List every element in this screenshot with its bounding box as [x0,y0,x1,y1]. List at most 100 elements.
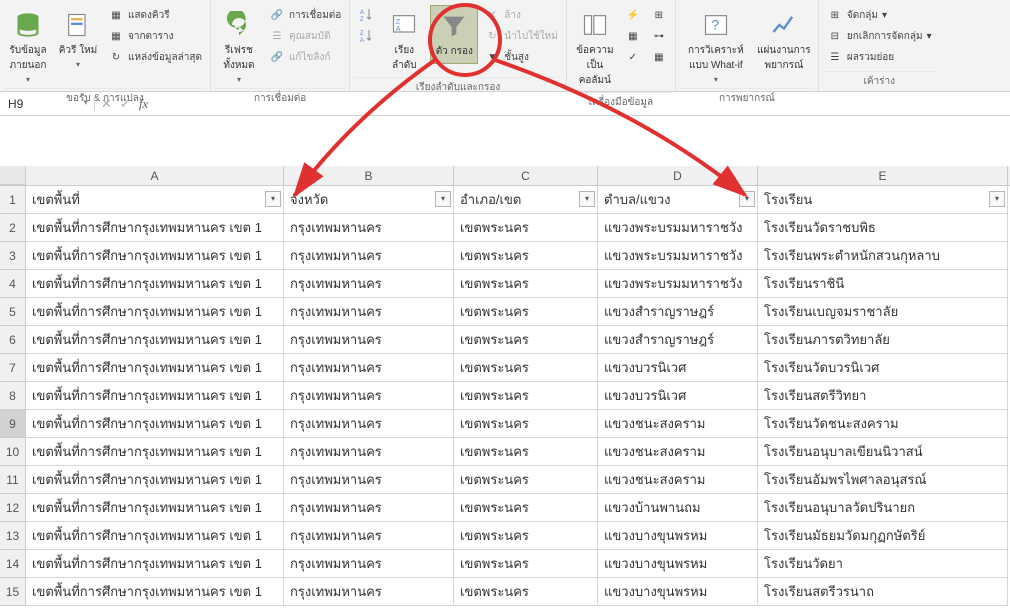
cell[interactable]: แขวงบางขุนพรหม [598,578,758,606]
filter-dropdown-icon[interactable]: ▾ [739,191,755,207]
row-header[interactable]: 8 [0,382,26,410]
cell[interactable]: เขตพระนคร [454,354,598,382]
row-header[interactable]: 7 [0,354,26,382]
cell[interactable]: โรงเรียนวัดยา [758,550,1008,578]
row-header[interactable]: 3 [0,242,26,270]
fx-icon[interactable]: fx [139,96,148,112]
ungroup-button[interactable]: ⊟ยกเลิกการจัดกลุ่ม ▾ [823,26,936,46]
cell[interactable]: เขตพระนคร [454,214,598,242]
cell[interactable]: เขตพื้นที่การศึกษากรุงเทพมหานคร เขต 1 [26,214,284,242]
new-query-button[interactable]: คิวรี ใหม่ ▾ [54,5,102,73]
header-cell-d[interactable]: ตำบล/แขวง▾ [598,186,758,214]
text-to-columns-button[interactable]: ข้อความ เป็นคอลัมน์ [571,5,619,92]
cell[interactable]: แขวงบวรนิเวศ [598,354,758,382]
advanced-filter-button[interactable]: ▼ชั้นสูง [480,47,562,67]
cell[interactable]: เขตพระนคร [454,270,598,298]
col-header-a[interactable]: A [26,166,284,185]
cell[interactable]: เขตพื้นที่การศึกษากรุงเทพมหานคร เขต 1 [26,382,284,410]
forecast-sheet-button[interactable]: แผ่นงานการ พยากรณ์ [754,5,814,77]
sort-button[interactable]: ZA เรียง ลำดับ [380,5,428,77]
col-header-c[interactable]: C [454,166,598,185]
cell[interactable]: กรุงเทพมหานคร [284,270,454,298]
group-button[interactable]: ⊞จัดกลุ่ม ▾ [823,5,936,25]
cell[interactable]: แขวงสำราญราษฎร์ [598,298,758,326]
cell[interactable]: โรงเรียนวัดราชบพิธ [758,214,1008,242]
cell[interactable]: โรงเรียนอัมพรไพศาลอนุสรณ์ [758,466,1008,494]
cell[interactable]: กรุงเทพมหานคร [284,578,454,606]
filter-button[interactable]: ตัว กรอง [430,5,478,64]
cell[interactable]: กรุงเทพมหานคร [284,326,454,354]
connections-button[interactable]: 🔗การเชื่อมต่อ [265,5,345,25]
clear-filter-button[interactable]: ✕ล้าง [480,5,562,25]
subtotal-button[interactable]: ☰ผลรวมย่อย [823,47,936,67]
header-cell-c[interactable]: อำเภอ/เขต▾ [454,186,598,214]
get-external-data-button[interactable]: รับข้อมูล ภายนอก ▾ [4,5,52,88]
cell[interactable]: เขตพื้นที่การศึกษากรุงเทพมหานคร เขต 1 [26,522,284,550]
from-table-button[interactable]: ▦จากตาราง [104,26,206,46]
show-queries-button[interactable]: ▦แสดงคิวรี [104,5,206,25]
properties-button[interactable]: ☰คุณสมบัติ [265,26,345,46]
cell[interactable]: กรุงเทพมหานคร [284,242,454,270]
row-header[interactable]: 15 [0,578,26,606]
cell[interactable]: เขตพระนคร [454,242,598,270]
cell[interactable]: เขตพื้นที่การศึกษากรุงเทพมหานคร เขต 1 [26,242,284,270]
cell[interactable]: แขวงบางขุนพรหม [598,550,758,578]
cell[interactable]: กรุงเทพมหานคร [284,298,454,326]
cell[interactable]: เขตพื้นที่การศึกษากรุงเทพมหานคร เขต 1 [26,578,284,606]
cell[interactable]: แขวงชนะสงคราม [598,466,758,494]
row-header[interactable]: 5 [0,298,26,326]
cell[interactable]: เขตพระนคร [454,298,598,326]
row-header[interactable]: 11 [0,466,26,494]
cell[interactable]: แขวงชนะสงคราม [598,410,758,438]
cell[interactable]: แขวงพระบรมมหาราชวัง [598,242,758,270]
cell[interactable]: แขวงพระบรมมหาราชวัง [598,214,758,242]
row-header[interactable]: 2 [0,214,26,242]
data-model-button[interactable]: ▦ [647,47,671,67]
cell[interactable]: เขตพระนคร [454,550,598,578]
relationships-button[interactable]: ⊶ [647,26,671,46]
cell[interactable]: กรุงเทพมหานคร [284,438,454,466]
filter-dropdown-icon[interactable]: ▾ [579,191,595,207]
row-header[interactable]: 4 [0,270,26,298]
cell[interactable]: กรุงเทพมหานคร [284,382,454,410]
cell[interactable]: แขวงบ้านพานถม [598,494,758,522]
col-header-e[interactable]: E [758,166,1008,185]
cell[interactable]: เขตพื้นที่การศึกษากรุงเทพมหานคร เขต 1 [26,466,284,494]
cancel-formula-button[interactable]: ✕ [101,96,112,112]
cell[interactable]: แขวงชนะสงคราม [598,438,758,466]
cell[interactable]: โรงเรียนอนุบาลเขียนนิวาสน์ [758,438,1008,466]
cell[interactable]: เขตพระนคร [454,522,598,550]
name-box[interactable]: H9 [0,97,95,111]
consolidate-button[interactable]: ⊞ [647,5,671,25]
cell[interactable]: แขวงสำราญราษฎร์ [598,326,758,354]
cell[interactable]: เขตพระนคร [454,410,598,438]
filter-dropdown-icon[interactable]: ▾ [265,191,281,207]
cell[interactable]: โรงเรียนวัดบวรนิเวศ [758,354,1008,382]
cell[interactable]: กรุงเทพมหานคร [284,494,454,522]
cell[interactable]: แขวงบางขุนพรหม [598,522,758,550]
row-header[interactable]: 9 [0,410,26,438]
cell[interactable]: เขตพระนคร [454,326,598,354]
recent-sources-button[interactable]: ↻แหล่งข้อมูลล่าสุด [104,47,206,67]
row-header[interactable]: 14 [0,550,26,578]
cell[interactable]: กรุงเทพมหานคร [284,214,454,242]
row-header[interactable]: 1 [0,186,26,214]
cell[interactable]: แขวงพระบรมมหาราชวัง [598,270,758,298]
cell[interactable]: โรงเรียนพระตำหนักสวนกุหลาบ [758,242,1008,270]
cell[interactable]: เขตพื้นที่การศึกษากรุงเทพมหานคร เขต 1 [26,494,284,522]
cell[interactable]: โรงเรียนสตรีวิทยา [758,382,1008,410]
cell[interactable]: กรุงเทพมหานคร [284,550,454,578]
cell[interactable]: กรุงเทพมหานคร [284,466,454,494]
header-cell-b[interactable]: จังหวัด▾ [284,186,454,214]
cell[interactable]: โรงเรียนสตรีวรนาถ [758,578,1008,606]
cell[interactable]: กรุงเทพมหานคร [284,410,454,438]
cell[interactable]: โรงเรียนวัดชนะสงคราม [758,410,1008,438]
cell[interactable]: เขตพระนคร [454,382,598,410]
cell[interactable]: กรุงเทพมหานคร [284,354,454,382]
cell[interactable]: โรงเรียนภารตวิทยาลัย [758,326,1008,354]
what-if-button[interactable]: ? การวิเคราะห์แบบ What-if ▾ [680,5,752,88]
cell[interactable]: เขตพื้นที่การศึกษากรุงเทพมหานคร เขต 1 [26,270,284,298]
refresh-all-button[interactable]: รีเฟรช ทั้งหมด ▾ [215,5,263,88]
validation-button[interactable]: ✓ [621,47,645,67]
cell[interactable]: โรงเรียนราชินี [758,270,1008,298]
